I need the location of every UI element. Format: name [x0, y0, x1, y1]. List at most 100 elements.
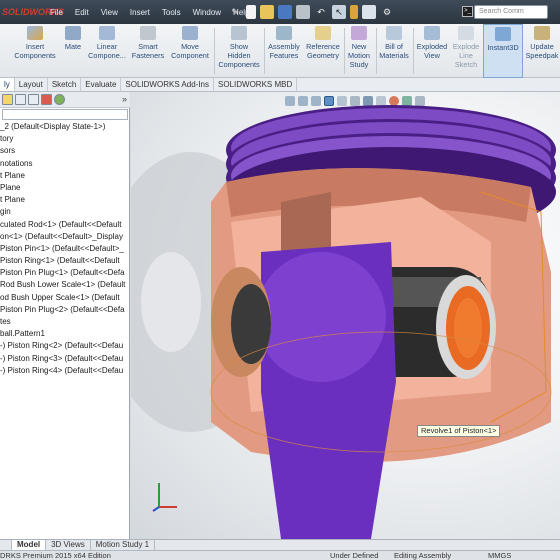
menu-view[interactable]: View	[95, 8, 124, 17]
status-edition: DRKS Premium 2015 x64 Edition	[0, 551, 111, 560]
tree-filter-input[interactable]	[2, 109, 128, 120]
toolbar-separator	[214, 28, 215, 74]
reference-geometry-button[interactable]: Reference Geometry	[303, 24, 343, 78]
command-manager-tabs: ly Layout Sketch Evaluate SOLIDWORKS Add…	[0, 78, 560, 92]
piston-assembly-model	[131, 105, 556, 539]
menu-insert[interactable]: Insert	[124, 8, 156, 17]
save-icon[interactable]	[278, 5, 292, 19]
exploded-view-button[interactable]: Exploded View	[414, 24, 450, 78]
smart-fasteners-button[interactable]: Smart Fasteners	[130, 24, 166, 78]
undo-icon[interactable]: ↶	[314, 5, 328, 19]
search-commands-input[interactable]: Search Comm	[474, 5, 548, 19]
explode-line-sketch-button[interactable]: Explode Line Sketch	[451, 24, 481, 78]
tree-item-component[interactable]: -) Piston Ring<2> (Default<<Defau	[0, 340, 128, 352]
tree-item-component[interactable]: Rod Bush Lower Scale<1> (Default	[0, 279, 128, 291]
exploded-view-icon	[424, 26, 440, 40]
configuration-manager-icon[interactable]	[28, 94, 39, 105]
linear-pattern-icon	[99, 26, 115, 40]
tree-item-component[interactable]: Piston Ring<1> (Default<<Default	[0, 255, 128, 267]
tab-scroll-arrows[interactable]	[0, 540, 12, 550]
menu-tools[interactable]: Tools	[156, 8, 187, 17]
reference-triad	[152, 483, 177, 512]
status-bar: DRKS Premium 2015 x64 Edition Under Defi…	[0, 550, 560, 560]
assembly-features-button[interactable]: Assembly Features	[266, 24, 302, 78]
show-hidden-components-button[interactable]: Show Hidden Components	[216, 24, 262, 78]
menu-file[interactable]: File	[44, 8, 69, 17]
new-document-icon[interactable]	[246, 5, 256, 19]
open-folder-icon[interactable]	[260, 5, 274, 19]
move-component-button[interactable]: Move Component	[168, 24, 212, 78]
tree-item-origin[interactable]: gin	[0, 206, 128, 218]
tree-item-component[interactable]: -) Piston Ring<4> (Default<<Defau	[0, 365, 128, 377]
tree-item-mates[interactable]: tes	[0, 316, 128, 328]
tab-layout[interactable]: Layout	[15, 78, 48, 91]
pin-icon[interactable]: ✎	[228, 5, 242, 19]
update-speedpak-button[interactable]: Update Speedpak	[524, 24, 560, 78]
tab-solidworks-addins[interactable]: SOLIDWORKS Add-Ins	[121, 78, 215, 91]
z-axis-line	[152, 506, 160, 512]
speedpak-icon	[534, 26, 550, 40]
tab-evaluate[interactable]: Evaluate	[81, 78, 122, 91]
tree-item-component[interactable]: -) Piston Ring<3> (Default<<Defau	[0, 353, 128, 365]
tree-item-front-plane[interactable]: t Plane	[0, 170, 128, 182]
tree-item-pattern[interactable]: ball.Pattern1	[0, 328, 128, 340]
tab-solidworks-mbd[interactable]: SOLIDWORKS MBD	[214, 78, 298, 91]
insert-components-button[interactable]: Insert Components	[10, 24, 60, 78]
command-manager: Insert Components Mate Linear Compone...…	[0, 24, 560, 78]
tree-item-sensors[interactable]: sors	[0, 145, 128, 157]
status-definition: Under Defined	[330, 551, 379, 560]
dimxpert-icon[interactable]	[41, 94, 52, 105]
tab-3d-views[interactable]: 3D Views	[46, 540, 91, 550]
panel-tab-bar: »	[0, 92, 130, 108]
app-logo: SOLIDWORKS	[2, 7, 64, 17]
tree-item-component[interactable]: culated Rod<1> (Default<<Default	[0, 219, 128, 231]
insert-components-icon	[27, 26, 43, 40]
move-component-icon	[182, 26, 198, 40]
title-bar: SOLIDWORKS File Edit View Insert Tools W…	[0, 0, 560, 24]
bill-of-materials-button[interactable]: Bill of Materials	[377, 24, 411, 78]
tree-item-top-plane[interactable]: Plane	[0, 182, 128, 194]
linear-component-pattern-button[interactable]: Linear Compone...	[86, 24, 128, 78]
explode-line-icon	[458, 26, 474, 40]
display-manager-icon[interactable]	[54, 94, 65, 105]
tree-item-component[interactable]: Piston Pin Plug<2> (Default<<Defa	[0, 304, 128, 316]
print-icon[interactable]	[296, 5, 310, 19]
mate-button[interactable]: Mate	[60, 24, 86, 78]
tree-item-right-plane[interactable]: t Plane	[0, 194, 128, 206]
menu-edit[interactable]: Edit	[69, 8, 95, 17]
feature-tree: _2 (Default<Display State-1>) tory sors …	[0, 109, 128, 539]
new-motion-study-button[interactable]: New Motion Study	[345, 24, 373, 78]
feature-tree-icon[interactable]	[2, 94, 13, 105]
collapse-panel-icon[interactable]: »	[122, 94, 127, 104]
motion-study-icon	[351, 26, 367, 40]
tree-item-root[interactable]: _2 (Default<Display State-1>)	[0, 121, 128, 133]
tree-item-component[interactable]: Piston Pin<1> (Default<<Default>_	[0, 243, 128, 255]
bottom-tabs: Model 3D Views Motion Study 1	[0, 539, 560, 550]
property-manager-icon[interactable]	[15, 94, 26, 105]
tree-item-annotations[interactable]: notations	[0, 158, 128, 170]
tree-item-component[interactable]: on<1> (Default<<Default>_Display	[0, 231, 128, 243]
tree-item-component[interactable]: Piston Pin Plug<1> (Default<<Defa	[0, 267, 128, 279]
bom-icon	[386, 26, 402, 40]
toolbar-separator	[264, 28, 265, 74]
feature-manager-panel: » _2 (Default<Display State-1>) tory sor…	[0, 92, 130, 539]
menu-bar: File Edit View Insert Tools Window Help	[44, 0, 256, 24]
menu-window[interactable]: Window	[187, 8, 227, 17]
rebuild-icon[interactable]	[350, 5, 358, 19]
file-properties-icon[interactable]	[362, 5, 376, 19]
command-prompt-icon[interactable]: >_	[462, 6, 473, 17]
instant3d-icon	[495, 27, 511, 41]
rod-bush	[256, 252, 386, 382]
tab-sketch[interactable]: Sketch	[48, 78, 82, 91]
select-arrow-icon[interactable]: ↖	[332, 5, 346, 19]
assembly-features-icon	[276, 26, 292, 40]
tree-item-component[interactable]: od Bush Upper Scale<1> (Default	[0, 292, 128, 304]
tab-motion-study[interactable]: Motion Study 1	[91, 540, 156, 550]
instant3d-button[interactable]: Instant3D	[483, 24, 523, 78]
status-units[interactable]: MMGS	[488, 551, 511, 560]
options-gear-icon[interactable]: ⚙	[380, 5, 394, 19]
graphics-area[interactable]: Revolve1 of Piston<1>	[131, 92, 560, 539]
tree-item-history[interactable]: tory	[0, 133, 128, 145]
tab-model[interactable]: Model	[12, 540, 47, 550]
tab-assembly[interactable]: ly	[0, 78, 15, 91]
